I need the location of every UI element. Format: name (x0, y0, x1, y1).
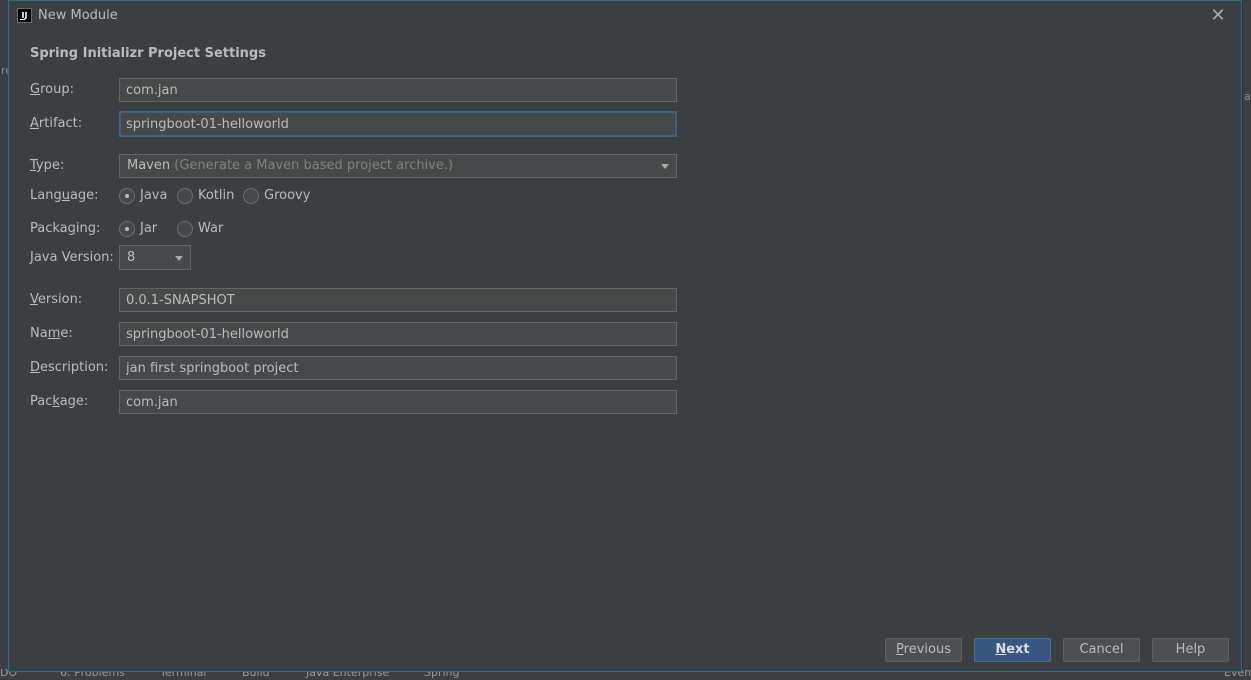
new-module-dialog: IJ New Module ✕ Spring Initializr Projec… (8, 0, 1242, 672)
ide-right-fragment: ac (1244, 90, 1251, 103)
java-version-label: Java Version: (30, 250, 114, 265)
chevron-down-icon (661, 164, 669, 169)
type-select[interactable]: Maven (Generate a Maven based project ar… (119, 154, 677, 178)
ide-right-edge: ac (1243, 0, 1251, 680)
version-label: Version: (30, 292, 83, 307)
group-field[interactable] (119, 78, 677, 102)
radio-unselected-icon (177, 188, 193, 204)
next-button[interactable]: Next (974, 638, 1051, 662)
type-label: Type: (30, 158, 65, 173)
java-version-select[interactable]: 8 (119, 245, 191, 270)
section-title: Spring Initializr Project Settings (30, 46, 266, 61)
language-label: Language: (30, 188, 99, 203)
package-field[interactable] (119, 390, 677, 414)
radio-unselected-icon (243, 188, 259, 204)
name-label: Name: (30, 326, 73, 341)
dialog-titlebar: IJ New Module ✕ (9, 1, 1241, 31)
packaging-label: Packaging: (30, 221, 101, 236)
intellij-app-icon: IJ (17, 8, 32, 23)
type-select-value: Maven (Generate a Maven based project ar… (127, 158, 454, 173)
radio-selected-icon (119, 221, 135, 237)
version-field[interactable] (119, 288, 677, 312)
chevron-down-icon (175, 256, 183, 261)
dialog-title: New Module (38, 8, 118, 23)
radio-selected-icon (119, 188, 135, 204)
cancel-button[interactable]: Cancel (1063, 638, 1140, 662)
group-label: Group: (30, 82, 74, 97)
help-button[interactable]: Help (1152, 638, 1229, 662)
close-icon[interactable]: ✕ (1209, 7, 1227, 25)
package-label: Package: (30, 394, 89, 409)
artifact-field[interactable] (119, 111, 677, 137)
radio-unselected-icon (177, 221, 193, 237)
previous-button[interactable]: Previous (885, 638, 962, 662)
description-field[interactable] (119, 356, 677, 380)
artifact-label: Artifact: (30, 116, 83, 131)
ide-left-edge: re (0, 0, 12, 680)
name-field[interactable] (119, 322, 677, 346)
description-label: Description: (30, 360, 109, 375)
